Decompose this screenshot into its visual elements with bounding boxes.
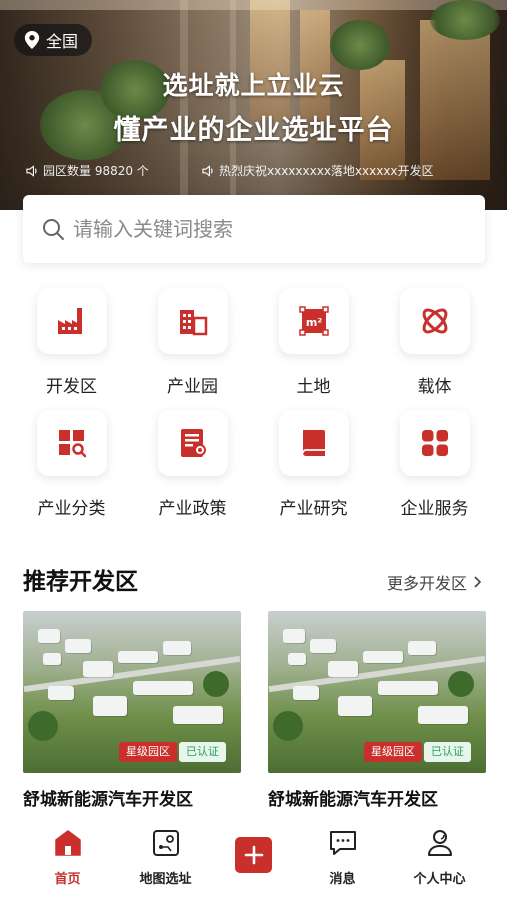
development-zone-image: 星级园区 已认证 <box>268 611 486 773</box>
category-label: 土地 <box>296 377 331 397</box>
nav-home[interactable]: 首页 <box>17 828 118 887</box>
card-title: 舒城新能源汽车开发区 <box>268 790 438 810</box>
bottom-navigation: 首页 地图选址 消息 个人中心 <box>0 820 507 900</box>
star-park-badge: 星级园区 <box>119 742 177 762</box>
search-icon <box>43 219 64 240</box>
development-zone-image: 星级园区 已认证 <box>23 611 241 773</box>
card-title: 舒城新能源汽车开发区 <box>23 790 193 810</box>
search-input[interactable] <box>73 217 453 241</box>
category-label: 企业服务 <box>400 499 469 519</box>
category-industry-research[interactable]: 产业研究 <box>253 410 374 519</box>
nav-profile[interactable]: 个人中心 <box>389 828 490 887</box>
book-icon <box>301 430 325 456</box>
certified-badge: 已认证 <box>424 742 471 762</box>
search-bar[interactable] <box>23 195 485 263</box>
category-land[interactable]: m² 土地 <box>253 288 374 397</box>
category-label: 产业政策 <box>158 499 227 519</box>
more-link-label: 更多开发区 <box>386 574 467 593</box>
nav-messages-label: 消息 <box>329 872 356 887</box>
hero-title: 选址就上立业云 <box>162 71 345 100</box>
category-label: 产业研究 <box>279 499 348 519</box>
park-count-ticker: 园区数量 98820 个 <box>26 162 149 179</box>
buildings-icon <box>179 310 207 336</box>
nav-map-selection[interactable]: 地图选址 <box>115 828 216 887</box>
category-label: 产业园 <box>167 377 218 397</box>
category-search-icon <box>58 430 86 458</box>
chevron-right-icon <box>474 576 482 588</box>
announcement-ticker[interactable]: 热烈庆祝xxxxxxxxx落地xxxxxx开发区 <box>202 162 434 179</box>
add-button[interactable] <box>235 837 272 873</box>
atom-icon <box>422 308 447 334</box>
certified-badge: 已认证 <box>179 742 226 762</box>
section-title: 推荐开发区 <box>23 569 138 595</box>
category-label: 开发区 <box>46 377 97 397</box>
map-pin-icon <box>152 830 179 856</box>
nav-map-label: 地图选址 <box>139 872 192 887</box>
category-label: 载体 <box>417 377 452 397</box>
star-park-badge: 星级园区 <box>364 742 422 762</box>
nav-profile-label: 个人中心 <box>413 872 466 887</box>
speaker-icon <box>202 164 213 177</box>
category-carrier[interactable]: 载体 <box>374 288 495 397</box>
grid-service-icon <box>421 430 448 456</box>
plus-icon <box>244 845 263 865</box>
location-pin-icon <box>24 31 40 49</box>
home-icon <box>54 830 81 856</box>
message-icon <box>329 831 356 855</box>
hero-banner: 全国 选址就上立业云 懂产业的企业选址平台 园区数量 98820 个 热烈庆祝x… <box>0 0 507 210</box>
category-development-zone[interactable]: 开发区 <box>11 288 132 397</box>
nav-home-label: 首页 <box>54 872 81 887</box>
nav-messages[interactable]: 消息 <box>292 828 393 887</box>
category-label: 产业分类 <box>37 499 106 519</box>
park-count-text: 园区数量 98820 个 <box>43 164 149 178</box>
policy-document-icon <box>180 429 206 457</box>
location-label: 全国 <box>46 32 79 51</box>
category-industry-classification[interactable]: 产业分类 <box>11 410 132 519</box>
announcement-text: 热烈庆祝xxxxxxxxx落地xxxxxx开发区 <box>219 164 434 178</box>
speaker-icon <box>26 164 37 177</box>
user-icon <box>427 830 452 856</box>
location-selector[interactable]: 全国 <box>14 24 93 56</box>
development-zone-card[interactable]: 星级园区 已认证 舒城新能源汽车开发区 <box>23 611 241 810</box>
more-development-zones-link[interactable]: 更多开发区 <box>387 570 483 594</box>
development-zone-card[interactable]: 星级园区 已认证 舒城新能源汽车开发区 <box>268 611 486 810</box>
land-area-icon: m² <box>298 306 329 336</box>
factory-icon <box>57 308 82 334</box>
category-industrial-park[interactable]: 产业园 <box>132 288 253 397</box>
hero-subtitle: 懂产业的企业选址平台 <box>113 115 394 146</box>
category-enterprise-service[interactable]: 企业服务 <box>374 410 495 519</box>
svg-text:m²: m² <box>305 316 321 329</box>
category-industry-policy[interactable]: 产业政策 <box>132 410 253 519</box>
